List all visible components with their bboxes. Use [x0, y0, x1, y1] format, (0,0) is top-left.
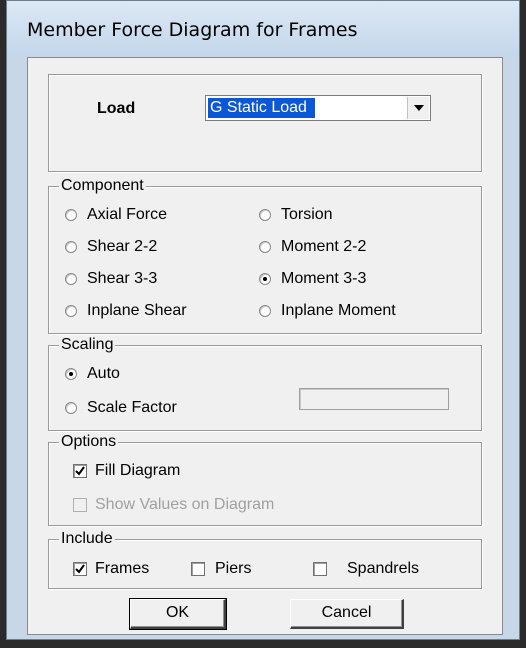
title-bar[interactable]: Member Force Diagram for Frames: [7, 1, 519, 57]
piers-checkbox[interactable]: [191, 562, 205, 576]
shear-3-3-label[interactable]: Shear 3-3: [87, 269, 157, 289]
include-legend: Include: [59, 529, 115, 549]
load-label: Load: [97, 100, 136, 117]
frames-checkbox[interactable]: [73, 562, 87, 576]
spandrels-label[interactable]: Spandrels: [347, 559, 419, 579]
show-values-label: Show Values on Diagram: [95, 496, 275, 513]
dialog-window: Member Force Diagram for Frames Load G S…: [6, 0, 520, 640]
spandrels-checkbox[interactable]: [313, 562, 327, 576]
fill-diagram-label[interactable]: Fill Diagram: [95, 461, 180, 481]
auto-radio[interactable]: [65, 368, 77, 380]
inplane-shear-radio[interactable]: [65, 305, 77, 317]
checkmark-icon: [75, 564, 85, 574]
axial-force-radio[interactable]: [65, 209, 77, 221]
scaling-legend: Scaling: [59, 335, 116, 355]
axial-force-label[interactable]: Axial Force: [87, 205, 167, 225]
moment-2-2-label[interactable]: Moment 2-2: [281, 237, 366, 257]
inplane-moment-radio[interactable]: [259, 305, 271, 317]
dialog-body: Load G Static Load Component Axial Force…: [27, 57, 503, 635]
scaling-group: Scaling Auto Scale Factor: [48, 335, 482, 431]
torsion-radio[interactable]: [259, 209, 271, 221]
moment-3-3-label[interactable]: Moment 3-3: [281, 269, 366, 289]
frames-label[interactable]: Frames: [95, 559, 149, 579]
inplane-shear-label[interactable]: Inplane Shear: [87, 301, 187, 321]
show-values-checkbox: [73, 498, 87, 512]
options-group: Options Fill Diagram Show Values on Diag…: [48, 432, 482, 526]
fill-diagram-checkbox[interactable]: [73, 464, 87, 478]
dropdown-button[interactable]: [407, 97, 429, 119]
scale-factor-input[interactable]: [299, 388, 449, 410]
ok-button[interactable]: OK: [129, 598, 227, 630]
checkmark-icon: [75, 466, 85, 476]
load-selected-value: G Static Load: [207, 97, 316, 119]
load-combobox[interactable]: G Static Load: [205, 95, 431, 121]
auto-label[interactable]: Auto: [87, 364, 120, 384]
piers-label[interactable]: Piers: [215, 559, 251, 579]
cancel-button[interactable]: Cancel: [290, 599, 404, 629]
moment-3-3-radio[interactable]: [259, 273, 271, 285]
scale-factor-radio[interactable]: [65, 402, 77, 414]
inplane-moment-label[interactable]: Inplane Moment: [281, 301, 396, 321]
chevron-down-icon: [414, 105, 424, 111]
moment-2-2-radio[interactable]: [259, 241, 271, 253]
component-group: Component Axial Force Torsion Shear 2-2 …: [48, 176, 482, 334]
include-group: Include Frames Piers Spandrels: [48, 529, 482, 589]
load-group: Load G Static Load: [48, 74, 482, 172]
options-legend: Options: [59, 432, 119, 452]
shear-2-2-radio[interactable]: [65, 241, 77, 253]
shear-3-3-radio[interactable]: [65, 273, 77, 285]
window-title: Member Force Diagram for Frames: [27, 19, 358, 41]
component-legend: Component: [59, 176, 146, 196]
torsion-label[interactable]: Torsion: [281, 205, 333, 225]
scale-factor-label[interactable]: Scale Factor: [87, 398, 177, 418]
shear-2-2-label[interactable]: Shear 2-2: [87, 237, 157, 257]
